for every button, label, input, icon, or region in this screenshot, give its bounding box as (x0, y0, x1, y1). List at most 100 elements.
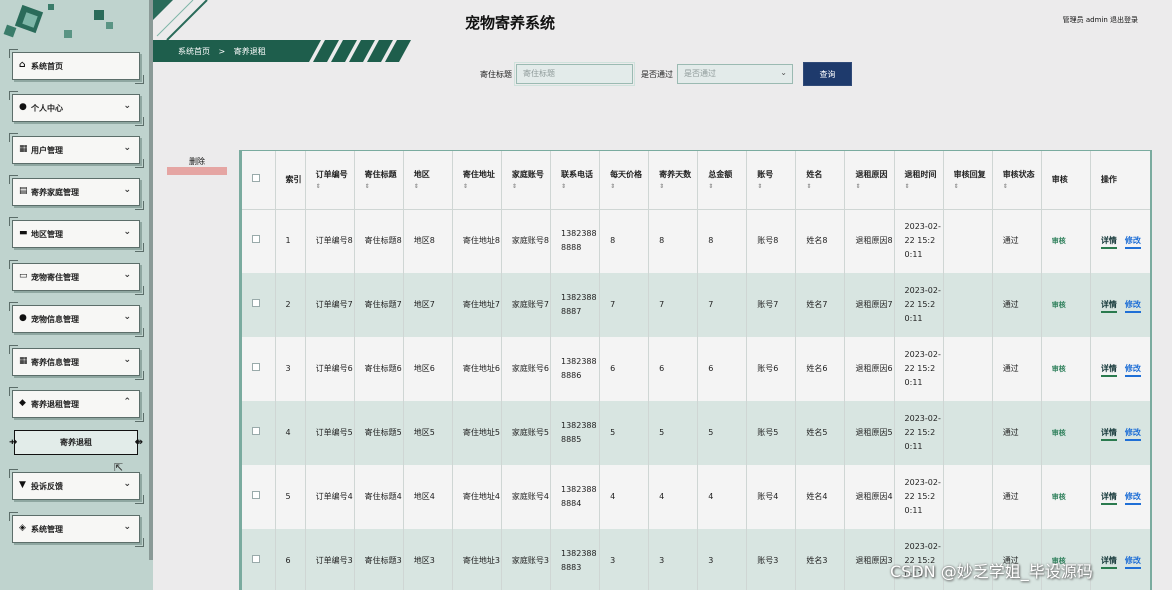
pass-filter-label: 是否通过 (641, 69, 673, 79)
edit-button[interactable]: 修改 (1124, 428, 1141, 441)
column-header[interactable]: 退租时间 ⇕ (894, 151, 944, 210)
detail-button[interactable]: 详情 (1100, 364, 1117, 377)
row-checkbox[interactable] (252, 491, 260, 499)
pass-filter-select[interactable]: 是否通过 ⌄ (677, 64, 793, 84)
row-checkbox-cell[interactable] (242, 337, 276, 401)
column-header[interactable]: 家庭账号 ⇕ (501, 151, 551, 210)
column-header[interactable]: 索引 (275, 151, 306, 210)
audit-button[interactable]: 审核 (1052, 237, 1066, 245)
column-header[interactable]: 审核状态 ⇕ (992, 151, 1042, 210)
column-header-label: 审核状态 (1002, 170, 1035, 180)
breadcrumb-home[interactable]: 系统首页 (178, 47, 210, 56)
column-header[interactable]: 总金额 ⇕ (697, 151, 748, 210)
sidebar-item-1[interactable]: ● 个人中心 ⌄ (9, 91, 144, 126)
cell-actions: 详情 修改 (1090, 401, 1150, 465)
row-checkbox[interactable] (252, 427, 260, 435)
sidebar-item-6[interactable]: ● 宠物信息管理 ⌄ (9, 302, 144, 337)
edit-button[interactable]: 修改 (1124, 492, 1141, 505)
cell-family: 家庭账号3 (501, 529, 551, 590)
cell-area: 地区4 (403, 465, 453, 529)
column-header[interactable]: 审核回复 ⇕ (943, 151, 993, 210)
sort-icon[interactable]: ⇕ (610, 182, 648, 191)
gear-icon: ◈ (19, 523, 26, 533)
sidebar-item-7[interactable]: ▦ 寄养信息管理 ⌄ (9, 345, 144, 380)
sort-icon[interactable]: ⇕ (806, 182, 844, 191)
sort-icon[interactable]: ⇕ (855, 182, 893, 191)
row-checkbox[interactable] (252, 235, 260, 244)
sort-icon[interactable]: ⇕ (316, 182, 354, 191)
sidebar-item-4[interactable]: ▬ 地区管理 ⌄ (9, 217, 144, 252)
chevron-down-icon: ⌄ (123, 312, 131, 322)
edit-button[interactable]: 修改 (1124, 556, 1141, 569)
row-checkbox-cell[interactable] (242, 465, 276, 529)
sidebar-item-3[interactable]: ▤ 寄养家庭管理 ⌄ (9, 175, 144, 210)
column-header[interactable]: 寄养天数 ⇕ (648, 151, 699, 210)
sort-icon[interactable]: ⇕ (954, 182, 992, 191)
column-header[interactable]: 订单编号 ⇕ (305, 151, 355, 210)
chevron-down-icon: ⌄ (123, 143, 131, 153)
detail-button[interactable]: 详情 (1100, 556, 1117, 569)
edit-button[interactable]: 修改 (1124, 364, 1141, 377)
sort-icon[interactable]: ⇕ (414, 182, 452, 191)
row-checkbox-cell[interactable] (242, 273, 276, 337)
sort-icon[interactable]: ⇕ (757, 182, 795, 191)
title-search-input[interactable]: 寄住标题 (514, 62, 635, 86)
sidebar-item-10[interactable]: ◈ 系统管理 ⌄ (9, 512, 144, 547)
sidebar-item-5[interactable]: ▭ 宠物寄住管理 ⌄ (9, 260, 144, 295)
row-checkbox[interactable] (252, 363, 260, 371)
column-header[interactable]: 退租原因 ⇕ (844, 151, 895, 210)
row-checkbox[interactable] (252, 299, 260, 307)
detail-button[interactable]: 详情 (1100, 236, 1117, 250)
sidebar-item-label: 系统管理 (31, 524, 63, 534)
detail-button[interactable]: 详情 (1100, 428, 1117, 441)
sidebar-item-9[interactable]: ▼ 投诉反馈 ⌄ (9, 469, 144, 504)
row-checkbox-cell[interactable] (242, 209, 276, 273)
sort-icon[interactable]: ⇕ (708, 182, 746, 191)
audit-button[interactable]: 审核 (1052, 365, 1066, 373)
sidebar-subitem-rent-return[interactable]: ⇸ 寄养退租 ⇹ (9, 430, 143, 455)
row-checkbox[interactable] (252, 555, 260, 563)
sort-icon[interactable]: ⇕ (659, 182, 697, 191)
sort-icon[interactable]: ⇕ (561, 182, 599, 191)
column-header[interactable]: 联系电话 ⇕ (550, 151, 601, 210)
cell-idx: 3 (275, 337, 306, 401)
sidebar-scrollbar[interactable] (149, 0, 153, 560)
sidebar-item-0[interactable]: ⌂ 系统首页 (9, 49, 144, 84)
row-checkbox-cell[interactable] (242, 401, 276, 465)
audit-button[interactable]: 审核 (1052, 493, 1066, 501)
cell-idx: 4 (275, 401, 306, 465)
cell-total: 4 (697, 465, 748, 529)
edit-button[interactable]: 修改 (1124, 300, 1141, 313)
sidebar-item-2[interactable]: ▦ 用户管理 ⌄ (9, 133, 144, 168)
select-all-checkbox-cell[interactable] (242, 151, 276, 210)
column-header[interactable]: 账号 ⇕ (746, 151, 797, 210)
column-header[interactable]: 寄住标题 ⇕ (354, 151, 404, 210)
column-header[interactable]: 操作 (1090, 151, 1150, 210)
row-checkbox-cell[interactable] (242, 529, 276, 590)
cell-order: 订单编号6 (305, 337, 355, 401)
breadcrumb-separator: > (218, 47, 226, 56)
column-header[interactable]: 地区 ⇕ (403, 151, 453, 210)
select-all-checkbox[interactable] (252, 173, 260, 182)
detail-button[interactable]: 详情 (1100, 300, 1117, 313)
audit-button[interactable]: 审核 (1052, 301, 1066, 309)
column-header[interactable]: 姓名 ⇕ (795, 151, 846, 210)
sort-icon[interactable]: ⇕ (905, 182, 943, 191)
sort-icon[interactable]: ⇕ (463, 182, 501, 191)
admin-logout-link[interactable]: 管理员 admin 退出登录 (1063, 15, 1138, 25)
sort-icon[interactable]: ⇕ (512, 182, 550, 191)
column-header[interactable]: 寄住地址 ⇕ (452, 151, 502, 210)
cell-area: 地区3 (403, 529, 453, 590)
edit-button[interactable]: 修改 (1124, 236, 1141, 250)
chevron-down-icon: ⌄ (123, 101, 131, 111)
sidebar-item-8[interactable]: ◆ 寄养退租管理 ⌃ (9, 387, 144, 422)
sort-icon[interactable]: ⇕ (1003, 182, 1041, 191)
cell-area: 地区6 (403, 337, 453, 401)
column-header[interactable]: 审核 (1041, 151, 1091, 210)
audit-button[interactable]: 审核 (1052, 429, 1066, 437)
sort-icon[interactable]: ⇕ (365, 182, 403, 191)
query-button[interactable]: 查询 (803, 62, 852, 86)
column-header[interactable]: 每天价格 ⇕ (599, 151, 650, 210)
delete-button[interactable]: 删除 (167, 157, 227, 175)
detail-button[interactable]: 详情 (1100, 492, 1117, 505)
